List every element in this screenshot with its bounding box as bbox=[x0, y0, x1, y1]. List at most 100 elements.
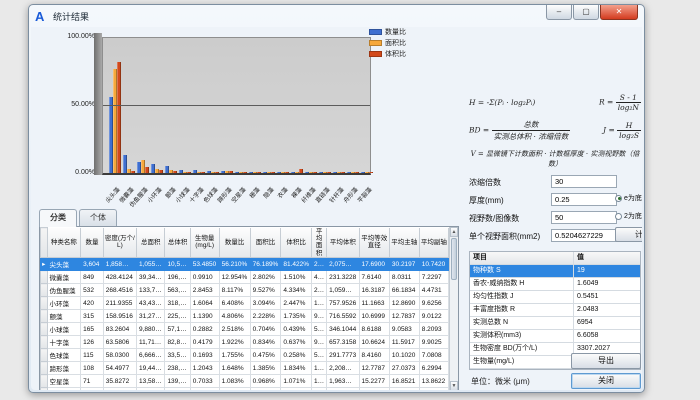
table-cell[interactable]: 10.7420 bbox=[419, 258, 448, 271]
table-cell[interactable]: 757.9526 bbox=[327, 297, 359, 310]
table-cell[interactable]: 11.5917 bbox=[389, 336, 419, 349]
table-cell[interactable]: 12.954% bbox=[219, 271, 250, 284]
table-cell[interactable]: 268.4516 bbox=[103, 284, 136, 297]
scroll-down-icon[interactable]: ▼ bbox=[450, 381, 458, 390]
grid-column-header[interactable]: 面积比 bbox=[250, 228, 281, 258]
table-cell[interactable]: 563,… bbox=[165, 284, 190, 297]
tab-individual[interactable]: 个体 bbox=[79, 209, 117, 226]
grid-column-header[interactable]: 平均副轴 bbox=[419, 228, 448, 258]
table-cell[interactable]: 291.7773 bbox=[327, 349, 359, 362]
table-cell[interactable]: 53.4850 bbox=[190, 258, 219, 271]
table-cell[interactable]: 6.408% bbox=[219, 297, 250, 310]
table-row[interactable]: 蹄形藻10854.497719,44…238,…1.20431.648%1.38… bbox=[41, 362, 449, 375]
table-cell[interactable]: 微囊藻 bbox=[47, 271, 81, 284]
table-cell[interactable]: 2.8453 bbox=[190, 284, 219, 297]
table-cell[interactable]: 27.0373 bbox=[389, 362, 419, 375]
table-cell[interactable]: 0.258% bbox=[281, 349, 312, 362]
table-cell[interactable]: 9.9025 bbox=[419, 336, 448, 349]
radio-base-2[interactable] bbox=[615, 213, 622, 220]
table-cell[interactable]: 0.637% bbox=[281, 336, 312, 349]
table-cell[interactable]: 57,1… bbox=[165, 323, 190, 336]
table-cell[interactable]: 0.401% bbox=[250, 388, 281, 390]
table-cell[interactable]: 4.806% bbox=[219, 310, 250, 323]
table-cell[interactable]: 849 bbox=[81, 271, 104, 284]
table-cell[interactable]: 0.2167 bbox=[190, 388, 219, 390]
table-cell[interactable]: 小球藻 bbox=[47, 323, 81, 336]
table-cell[interactable]: 10.0034 bbox=[359, 388, 389, 390]
table-cell[interactable]: 0.1693 bbox=[190, 349, 219, 362]
tab-classification[interactable]: 分类 bbox=[39, 209, 77, 227]
table-cell[interactable]: 15.2277 bbox=[359, 375, 389, 388]
result-row[interactable]: 均匀性指数 J0.5451 bbox=[470, 291, 640, 304]
table-cell[interactable]: 115 bbox=[81, 349, 104, 362]
table-cell[interactable]: 十字藻 bbox=[47, 336, 81, 349]
table-cell[interactable]: 108 bbox=[81, 362, 104, 375]
thickness-input[interactable] bbox=[551, 193, 617, 206]
table-cell[interactable]: 716.5592 bbox=[327, 310, 359, 323]
table-cell[interactable]: 63.5806 bbox=[103, 336, 136, 349]
table-cell[interactable]: 12.8690 bbox=[389, 297, 419, 310]
table-cell[interactable]: 0.961% bbox=[219, 388, 250, 390]
table-cell[interactable]: 0.4179 bbox=[190, 336, 219, 349]
table-row[interactable]: 伪鱼腥藻532268.4516133,7…563,…2.84538.117%9.… bbox=[41, 284, 449, 297]
table-cell[interactable]: 空星藻 bbox=[47, 375, 81, 388]
table-cell[interactable]: 1.2043 bbox=[190, 362, 219, 375]
radio-base-e[interactable] bbox=[615, 195, 622, 202]
result-row[interactable]: 丰富度指数 R2.0483 bbox=[470, 304, 640, 317]
table-cell[interactable]: 4.4731 bbox=[419, 284, 448, 297]
result-row[interactable]: 实测体积(mm3)6.6058 bbox=[470, 330, 640, 343]
table-row[interactable]: 色球藻11558.03006,666…33,5…0.16931.755%0.47… bbox=[41, 349, 449, 362]
table-cell[interactable]: 9.6256 bbox=[419, 297, 448, 310]
table-cell[interactable]: 9,880… bbox=[137, 323, 165, 336]
export-button[interactable]: 导出 bbox=[571, 353, 641, 369]
table-cell[interactable]: 9… bbox=[312, 310, 327, 323]
scroll-up-icon[interactable]: ▲ bbox=[450, 227, 458, 237]
table-cell[interactable]: 1.834% bbox=[281, 362, 312, 375]
table-cell[interactable]: 9.0122 bbox=[419, 310, 448, 323]
table-cell[interactable]: 1… bbox=[312, 375, 327, 388]
table-cell[interactable]: 5… bbox=[312, 323, 327, 336]
table-cell[interactable]: 1,059… bbox=[327, 284, 359, 297]
grid-column-header[interactable]: 总体积 bbox=[165, 228, 190, 258]
table-cell[interactable]: 66.1834 bbox=[389, 284, 419, 297]
table-cell[interactable]: 色球藻 bbox=[47, 349, 81, 362]
table-cell[interactable]: 346.1044 bbox=[327, 323, 359, 336]
grid-column-header[interactable]: 体积比 bbox=[281, 228, 312, 258]
table-cell[interactable]: 0.9910 bbox=[190, 271, 219, 284]
table-cell[interactable]: 1… bbox=[312, 297, 327, 310]
table-cell[interactable]: 2.802% bbox=[250, 271, 281, 284]
table-cell[interactable]: 0.704% bbox=[250, 323, 281, 336]
table-cell[interactable]: 420 bbox=[81, 297, 104, 310]
table-cell[interactable]: 1.071% bbox=[281, 375, 312, 388]
grid-column-header[interactable]: 种类名称 bbox=[47, 228, 81, 258]
table-row[interactable]: ▸尖头藻3,6041,858…1,055…10,5…53.485056.210%… bbox=[41, 258, 449, 271]
grid-column-header[interactable]: 平均体积 bbox=[327, 228, 359, 258]
table-cell[interactable]: 1,055… bbox=[137, 258, 165, 271]
table-cell[interactable]: 4… bbox=[312, 271, 327, 284]
table-cell[interactable]: 颤藻 bbox=[47, 310, 81, 323]
table-cell[interactable]: 133,7… bbox=[137, 284, 165, 297]
table-cell[interactable]: 17.6900 bbox=[359, 258, 389, 271]
table-cell[interactable]: 165 bbox=[81, 323, 104, 336]
table-cell[interactable]: 2.228% bbox=[250, 310, 281, 323]
table-cell[interactable]: 1.510% bbox=[281, 271, 312, 284]
table-cell[interactable]: 3,604 bbox=[81, 258, 104, 271]
scroll-thumb[interactable] bbox=[451, 238, 457, 280]
table-cell[interactable]: 13.8622 bbox=[419, 375, 448, 388]
table-cell[interactable]: 16.3187 bbox=[359, 284, 389, 297]
table-cell[interactable]: 0.968% bbox=[250, 375, 281, 388]
table-cell[interactable]: 231.3228 bbox=[327, 271, 359, 284]
table-cell[interactable]: 76.189% bbox=[250, 258, 281, 271]
table-cell[interactable]: 42,9… bbox=[165, 388, 190, 390]
table-cell[interactable]: 238,… bbox=[165, 362, 190, 375]
table-cell[interactable]: 3.094% bbox=[250, 297, 281, 310]
table-cell[interactable]: 0.834% bbox=[250, 336, 281, 349]
grid-column-header[interactable]: 数量比 bbox=[219, 228, 250, 258]
table-cell[interactable]: 56.210% bbox=[219, 258, 250, 271]
table-cell[interactable]: 8.117% bbox=[219, 284, 250, 297]
table-cell[interactable]: 7.6140 bbox=[359, 271, 389, 284]
table-cell[interactable]: 54.4977 bbox=[103, 362, 136, 375]
title-bar[interactable]: A统计结果 – ▢ ✕ bbox=[29, 5, 644, 27]
grid-column-header[interactable]: 生物量(mg/L) bbox=[190, 228, 219, 258]
table-cell[interactable]: 1.755% bbox=[219, 349, 250, 362]
